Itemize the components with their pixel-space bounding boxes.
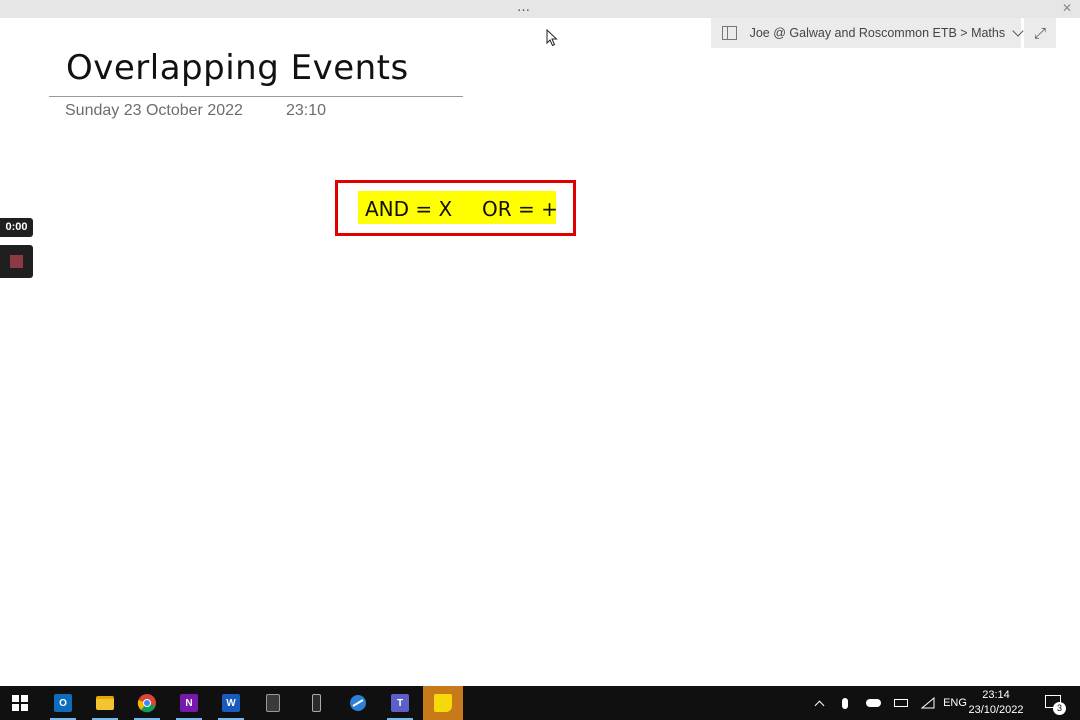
taskbar-file-explorer[interactable] <box>86 686 124 720</box>
word-icon: W <box>222 694 240 712</box>
chevron-up-icon <box>814 700 824 710</box>
start-button[interactable] <box>1 686 39 720</box>
wifi-icon <box>921 697 935 709</box>
and-rule-text: AND = X <box>365 197 453 221</box>
onenote-icon: N <box>180 694 198 712</box>
taskbar: O N W T ENG <box>0 686 1080 720</box>
taskbar-word[interactable]: W <box>212 686 250 720</box>
taskbar-outlook[interactable]: O <box>44 686 82 720</box>
sticky-notes-icon <box>434 694 452 712</box>
taskbar-chrome[interactable] <box>128 686 166 720</box>
teams-icon: T <box>391 694 409 712</box>
folder-icon <box>96 696 114 710</box>
or-rule-text: OR = + <box>482 197 558 221</box>
tray-microphone[interactable] <box>836 686 854 720</box>
taskbar-clock[interactable]: 23:14 23/10/2022 <box>966 688 1026 718</box>
page-title[interactable]: Overlapping Events <box>66 48 409 88</box>
calculator-icon <box>266 694 280 712</box>
battery-icon <box>894 699 908 707</box>
rule-box[interactable]: AND = X OR = + <box>335 180 576 236</box>
clock-date: 23/10/2022 <box>968 704 1024 716</box>
window-title-bar[interactable]: … ✕ <box>0 0 1080 18</box>
close-icon[interactable]: ✕ <box>1062 1 1072 15</box>
drag-handle-icon[interactable]: … <box>517 1 531 15</box>
title-divider <box>49 96 463 97</box>
recording-timer: 0:00 <box>0 218 33 237</box>
page-time: 23:10 <box>286 102 327 119</box>
language-indicator[interactable]: ENG <box>942 686 968 720</box>
windows-icon <box>12 695 28 711</box>
taskbar-teams[interactable]: T <box>381 686 419 720</box>
microphone-icon <box>842 697 848 709</box>
tray-wifi[interactable] <box>918 686 938 720</box>
clock-time: 23:14 <box>982 689 1010 701</box>
breadcrumb-text: Joe @ Galway and Roscommon ETB > Maths <box>749 26 1006 40</box>
taskbar-remote-desktop[interactable] <box>339 686 377 720</box>
expand-button[interactable]: ⤢ <box>1024 18 1056 48</box>
show-hidden-icons-button[interactable] <box>810 686 828 720</box>
taskbar-phone[interactable] <box>297 686 335 720</box>
taskbar-calculator[interactable] <box>254 686 292 720</box>
outlook-icon: O <box>54 694 72 712</box>
stop-recording-button[interactable] <box>0 245 33 278</box>
notebook-breadcrumb[interactable]: Joe @ Galway and Roscommon ETB > Maths <box>711 18 1021 48</box>
remote-desktop-icon <box>350 695 366 711</box>
action-center-button[interactable]: 3 <box>1040 690 1070 718</box>
phone-icon <box>311 694 321 712</box>
notification-count: 3 <box>1053 702 1066 715</box>
taskbar-onenote[interactable]: N <box>170 686 208 720</box>
mouse-cursor-icon <box>546 29 558 47</box>
cloud-icon <box>865 699 881 707</box>
tray-battery[interactable] <box>890 686 912 720</box>
tray-onedrive[interactable] <box>862 686 884 720</box>
chevron-down-icon[interactable] <box>1013 28 1021 38</box>
taskbar-sticky-notes[interactable] <box>423 686 463 720</box>
expand-icon: ⤢ <box>1033 24 1046 42</box>
chrome-icon <box>137 694 156 713</box>
page-date: Sunday 23 October 2022 <box>65 102 243 119</box>
notebook-icon <box>722 26 737 40</box>
